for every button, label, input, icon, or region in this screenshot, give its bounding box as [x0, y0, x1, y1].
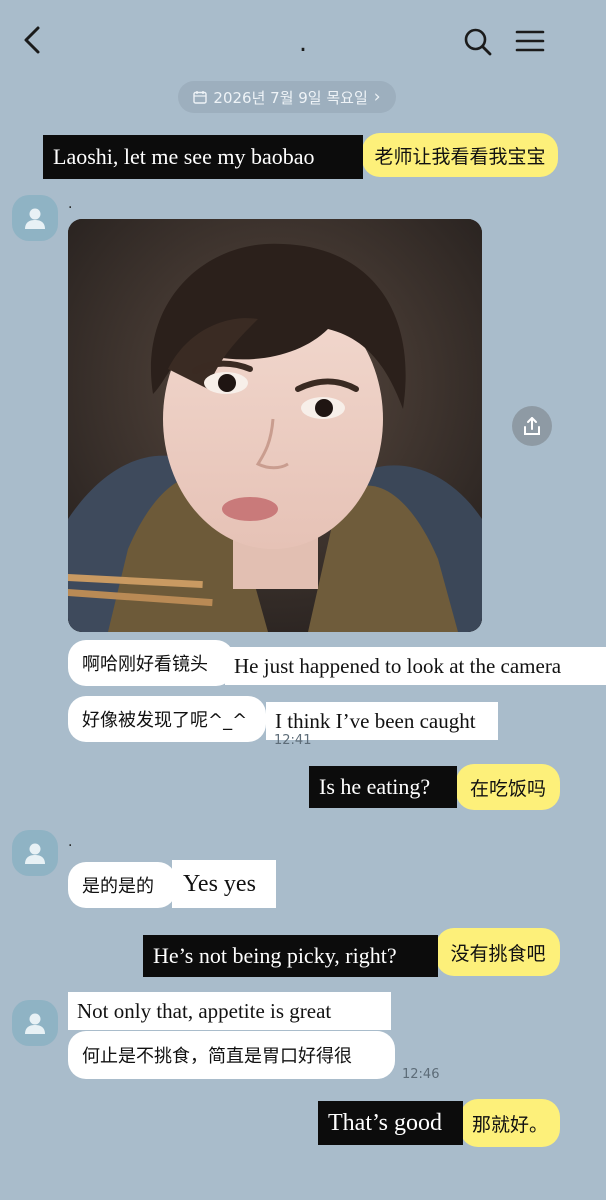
my-message-bubble[interactable]: 没有挑食吧: [436, 928, 560, 976]
message-text: 没有挑食吧: [450, 942, 546, 965]
subtitle-caption: Is he eating?: [309, 766, 457, 808]
subtitle-caption: He’s not being picky, right?: [143, 935, 438, 977]
calendar-icon: [193, 91, 208, 104]
portrait-photo: [68, 219, 482, 632]
their-message-bubble[interactable]: 何止是不挑食，简直是胃口好得很: [68, 1031, 395, 1079]
person-icon: [25, 208, 45, 229]
date-pill[interactable]: 2026년 7월 9일 목요일 ›: [178, 81, 396, 113]
sender-name: .: [68, 196, 73, 212]
person-icon: [25, 843, 45, 864]
message-text: 那就好。: [471, 1113, 548, 1136]
menu-button[interactable]: [512, 24, 548, 58]
message-time: 12:46: [402, 1067, 440, 1082]
their-message-bubble[interactable]: 啊哈刚好看镜头: [68, 640, 234, 686]
subtitle-caption: Laoshi, let me see my baobao: [43, 135, 363, 179]
chevron-right-icon: ›: [373, 87, 381, 107]
my-message-bubble[interactable]: 那就好。: [460, 1099, 560, 1147]
message-time: 12:41: [274, 733, 312, 748]
message-text: 何止是不挑食，简直是胃口好得很: [82, 1046, 352, 1067]
share-icon: [524, 417, 540, 435]
subtitle-caption: Not only that, appetite is great: [68, 992, 391, 1030]
their-message-bubble[interactable]: 好像被发现了呢^_^: [68, 696, 266, 742]
avatar[interactable]: [12, 830, 58, 876]
date-label: 2026년 7월 9일 목요일: [213, 88, 368, 107]
search-button[interactable]: [460, 24, 496, 60]
message-text: 老师让我看看我宝宝: [374, 145, 546, 168]
person-icon: [25, 1013, 45, 1034]
their-message-bubble[interactable]: 是的是的: [68, 862, 176, 908]
photo-message[interactable]: [68, 219, 482, 632]
subtitle-caption: Yes yes: [172, 860, 276, 908]
share-button[interactable]: [512, 406, 552, 446]
my-message-bubble[interactable]: 老师让我看看我宝宝: [362, 133, 558, 177]
menu-icon: [515, 30, 545, 52]
my-message-bubble[interactable]: 在吃饭吗: [456, 764, 560, 810]
sender-name: .: [68, 834, 73, 850]
avatar[interactable]: [12, 195, 58, 241]
message-text: 好像被发现了呢^_^: [82, 710, 248, 731]
message-text: 在吃饭吗: [469, 777, 546, 800]
subtitle-caption: He just happened to look at the camera: [225, 647, 606, 685]
subtitle-caption: That’s good: [318, 1101, 463, 1145]
message-text: 是的是的: [82, 876, 154, 897]
message-text: 啊哈刚好看镜头: [82, 654, 208, 675]
avatar[interactable]: [12, 1000, 58, 1046]
search-icon: [464, 28, 492, 56]
